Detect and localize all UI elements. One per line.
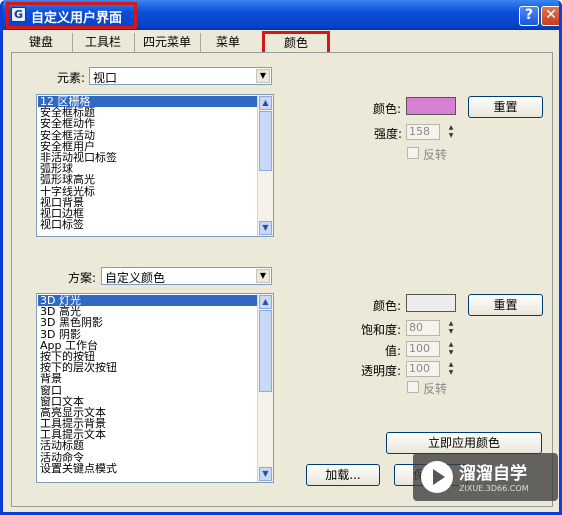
load-button[interactable]: 加载... [306,464,380,486]
dialog-window: G 自定义用户界面 ? ✕ 键盘 工具栏 四元菜单 菜单 颜色 元素: 视口 ▼… [0,0,562,515]
element-reset-button[interactable]: 重置 [468,96,543,118]
invert-label-top: 反转 [423,148,448,162]
list-item[interactable]: 工具提示背景 [38,418,258,429]
scheme-reset-button[interactable]: 重置 [468,294,543,316]
tab-colors-label: 颜色 [283,36,308,50]
list-item[interactable]: 十字线光标 [38,186,258,197]
list-item[interactable]: 3D 高光 [38,306,258,317]
elements-scrollbar[interactable]: ▲ ▼ [257,95,273,236]
saturation-field[interactable]: 80 [406,320,440,336]
list-item[interactable]: 视口标签 [38,219,258,230]
tab-quad-menus[interactable]: 四元菜单 [134,33,201,52]
scheme-scrollbar[interactable]: ▲ ▼ [257,294,273,482]
list-item[interactable]: 弧形球 [38,163,258,174]
value-field[interactable]: 100 [406,341,440,357]
list-item[interactable]: 3D 黑色阴影 [38,317,258,328]
invert-label-bottom: 反转 [423,382,448,396]
watermark-text: 溜溜自学 [459,464,527,484]
scheme-dropdown-value: 自定义颜色 [105,271,166,285]
element-color-label: 颜色: [373,102,402,116]
list-item[interactable]: 活动命令 [38,452,258,463]
elements-dropdown-value: 视口 [93,71,118,85]
transparency-spinner[interactable]: ▲ ▼ [446,361,456,377]
list-item[interactable]: 设置关键点模式 [38,463,258,474]
scheme-color-label: 颜色: [373,299,402,313]
list-item[interactable]: 非活动视口标签 [38,152,258,163]
scroll-down-icon[interactable]: ▼ [259,467,272,481]
value-label: 值: [385,344,402,358]
list-item[interactable]: 按下的按钮 [38,351,258,362]
list-item[interactable]: 安全框动作 [38,118,258,129]
help-button[interactable]: ? [519,6,539,26]
list-item[interactable]: 3D 阴影 [38,329,258,340]
tab-keyboard[interactable]: 键盘 [10,33,73,52]
apply-colors-button[interactable]: 立即应用颜色 [386,432,542,454]
list-item[interactable]: 背景 [38,373,258,384]
scheme-label: 方案: [68,271,97,285]
list-item[interactable]: 高亮显示文本 [38,407,258,418]
list-item[interactable]: 按下的层次按钮 [38,362,258,373]
colors-panel: 元素: 视口 ▼ 12 区栅格 安全框标题 安全框动作 安全框活动 安全框用户 非活动视口… [11,52,553,507]
list-item[interactable]: 窗口 [38,385,258,396]
scheme-dropdown[interactable]: 自定义颜色 ▼ [101,267,272,285]
intensity-field[interactable]: 158 [406,124,440,140]
tab-strip: 键盘 工具栏 四元菜单 菜单 颜色 [10,30,559,55]
list-item[interactable]: 活动标题 [38,440,258,451]
transparency-label: 透明度: [361,364,402,378]
scheme-list[interactable]: 3D 灯光 3D 高光 3D 黑色阴影 3D 阴影 App 工作台 按下的按钮 按下的层次按… [36,293,274,483]
scroll-up-icon[interactable]: ▲ [259,96,272,110]
chevron-down-icon[interactable]: ▼ [256,269,270,283]
play-logo-icon [421,461,453,493]
scheme-list-items: 3D 灯光 3D 高光 3D 黑色阴影 3D 阴影 App 工作台 按下的按钮 按下的层次按… [38,295,258,474]
close-button[interactable]: ✕ [541,6,559,26]
intensity-spinner[interactable]: ▲ ▼ [446,124,456,140]
list-item[interactable]: 安全框用户 [38,141,258,152]
transparency-field[interactable]: 100 [406,361,440,377]
elements-dropdown[interactable]: 视口 ▼ [89,67,272,85]
list-item[interactable]: 视口背景 [38,197,258,208]
saturation-spinner[interactable]: ▲ ▼ [446,320,456,336]
invert-checkbox-bottom[interactable] [407,381,419,393]
list-item[interactable]: 3D 灯光 [38,295,258,307]
intensity-label: 强度: [374,127,403,141]
list-item[interactable]: App 工作台 [38,340,258,351]
list-item[interactable]: 12 区栅格 [38,96,258,108]
list-item[interactable]: 安全框标题 [38,107,258,118]
scrollbar-thumb[interactable] [259,310,272,392]
elements-list[interactable]: 12 区栅格 安全框标题 安全框动作 安全框活动 安全框用户 非活动视口标签 弧形球 弧形球高… [36,94,274,237]
invert-checkbox-top[interactable] [407,147,419,159]
tab-menus[interactable]: 菜单 [200,33,256,52]
list-item[interactable]: 安全框活动 [38,130,258,141]
value-spinner[interactable]: ▲ ▼ [446,341,456,357]
list-item[interactable]: 工具提示文本 [38,429,258,440]
element-color-swatch[interactable] [406,97,456,115]
elements-list-items: 12 区栅格 安全框标题 安全框动作 安全框活动 安全框用户 非活动视口标签 弧形球 弧形球高… [38,96,258,230]
list-item[interactable]: 窗口文本 [38,396,258,407]
title-bar[interactable]: G 自定义用户界面 ? ✕ [3,0,559,30]
elements-label: 元素: [57,71,86,85]
list-item[interactable]: 视口边框 [38,208,258,219]
watermark: 溜溜自学 ZIXUE.3D66.COM [413,453,558,501]
scheme-color-swatch[interactable] [406,294,456,312]
watermark-sub: ZIXUE.3D66.COM [459,484,529,493]
chevron-down-icon[interactable]: ▼ [256,69,270,83]
list-item[interactable]: 弧形球高光 [38,174,258,185]
tab-toolbars[interactable]: 工具栏 [72,33,135,52]
saturation-label: 饱和度: [361,323,402,337]
title-highlight-box [6,2,137,29]
scrollbar-thumb[interactable] [259,111,272,171]
scroll-up-icon[interactable]: ▲ [259,295,272,309]
scroll-down-icon[interactable]: ▼ [259,221,272,235]
